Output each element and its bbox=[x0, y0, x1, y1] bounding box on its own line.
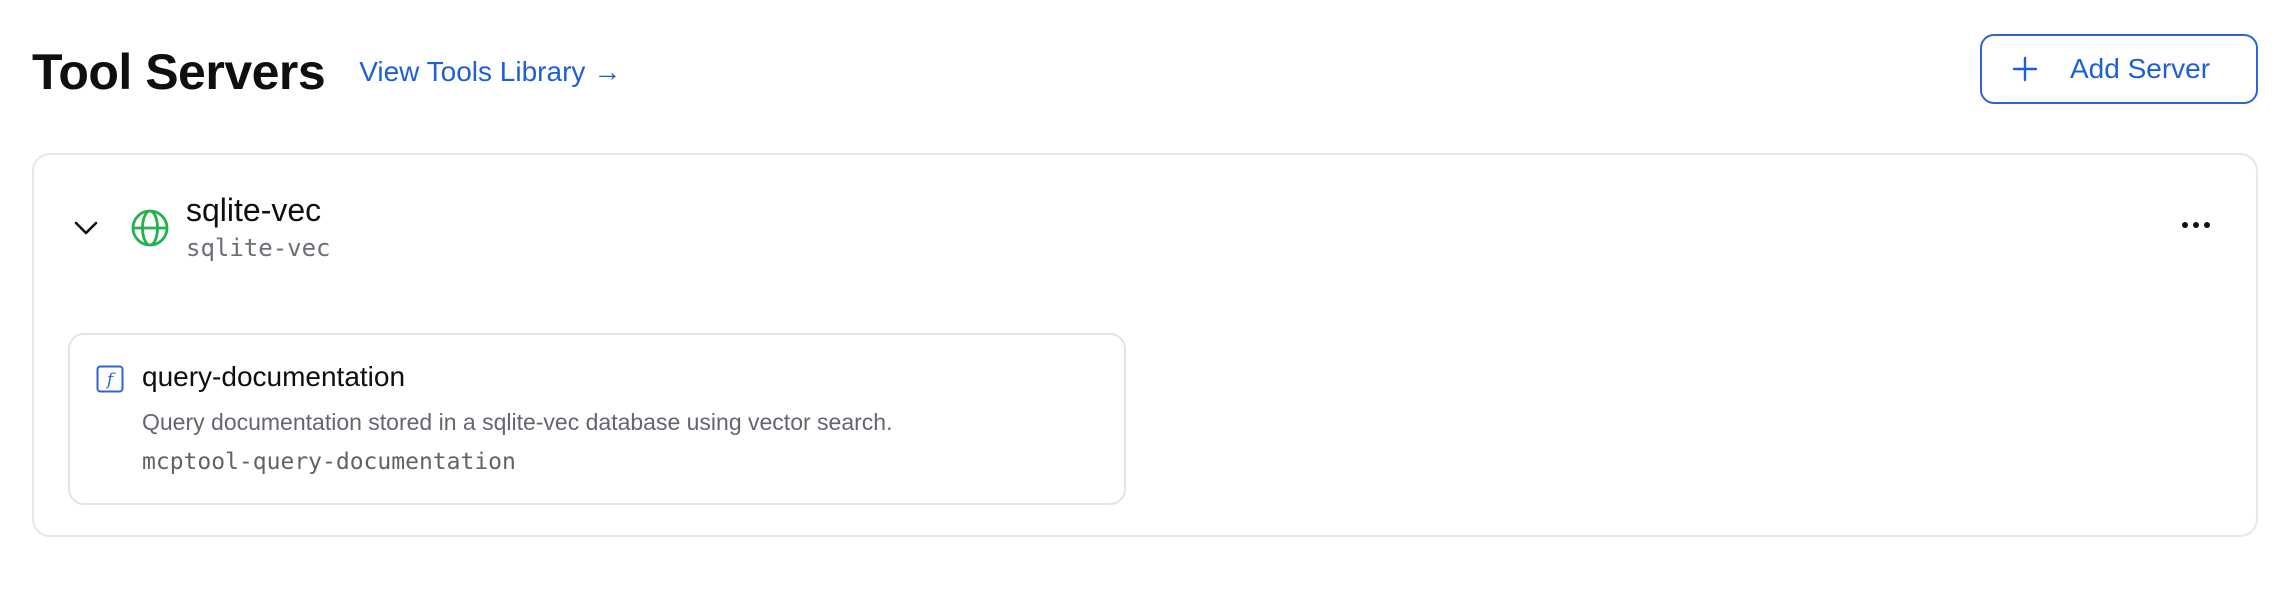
server-card: sqlite-vec sqlite-vec f query-documentat… bbox=[32, 153, 2258, 537]
add-server-label: Add Server bbox=[2070, 53, 2211, 84]
server-header: sqlite-vec sqlite-vec bbox=[70, 191, 331, 265]
add-server-button[interactable]: Add Server bbox=[1980, 34, 2258, 104]
view-tools-library-link[interactable]: View Tools Library → bbox=[359, 56, 621, 88]
arrow-right-icon: → bbox=[593, 56, 622, 87]
more-options-icon[interactable] bbox=[2176, 213, 2216, 237]
server-names: sqlite-vec sqlite-vec bbox=[186, 191, 331, 265]
page-header: Tool Servers View Tools Library → Add Se… bbox=[32, 34, 2258, 108]
tool-id: mcptool-query-documentation bbox=[142, 449, 516, 475]
server-name: sqlite-vec bbox=[186, 192, 322, 228]
globe-icon bbox=[130, 208, 170, 248]
plus-icon bbox=[2010, 54, 2040, 84]
view-tools-library-label: View Tools Library bbox=[359, 56, 586, 87]
server-id: sqlite-vec bbox=[186, 234, 331, 262]
page-title: Tool Servers bbox=[32, 44, 326, 100]
tool-name: query-documentation bbox=[142, 361, 406, 392]
tool-description: Query documentation stored in a sqlite-v… bbox=[142, 409, 893, 435]
tool-card[interactable]: f query-documentation Query documentatio… bbox=[68, 333, 1126, 505]
chevron-down-icon[interactable] bbox=[70, 212, 102, 244]
svg-text:f: f bbox=[105, 370, 116, 390]
function-icon: f bbox=[96, 365, 124, 393]
